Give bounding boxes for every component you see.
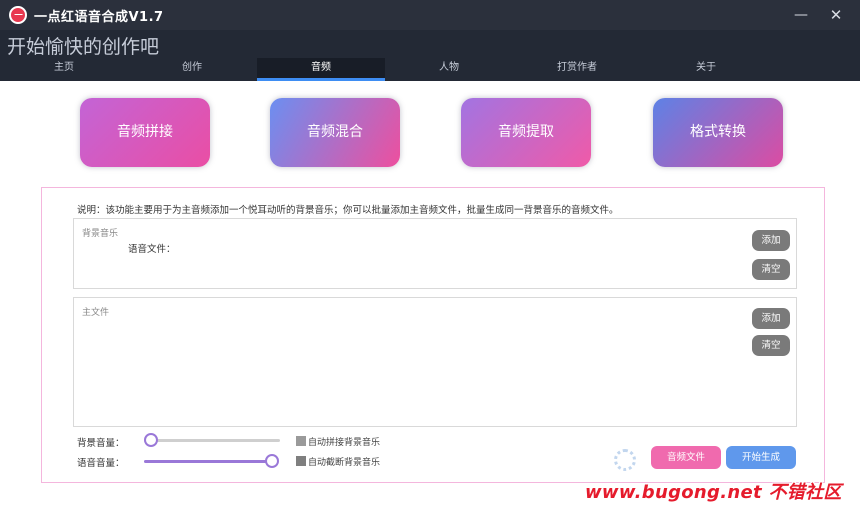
main-add-button[interactable]: 添加 [752, 308, 790, 329]
app-logo-icon [9, 6, 27, 24]
audio-concat-button[interactable]: 音频拼接 [80, 98, 210, 167]
minimize-button[interactable]: — [789, 4, 813, 26]
main-box-label: 主文件 [82, 308, 110, 318]
audio-mix-button[interactable]: 音频混合 [270, 98, 400, 167]
close-button[interactable]: ✕ [824, 4, 848, 26]
bg-volume-track[interactable] [144, 439, 280, 442]
tab-bar: 主页 创作 音频 人物 打赏作者 关于 [0, 58, 860, 81]
auto-concat-checkbox[interactable] [296, 436, 306, 446]
title-bar: 一点红语音合成V1.7 — ✕ [0, 0, 860, 30]
tab-home[interactable]: 主页 [0, 58, 128, 81]
watermark: www.bugong.net 不错社区 [585, 482, 842, 503]
audio-extract-button[interactable]: 音频提取 [461, 98, 591, 167]
format-convert-button[interactable]: 格式转换 [653, 98, 783, 167]
tab-about[interactable]: 关于 [642, 58, 770, 81]
panel-description: 说明：该功能主要用于为主音频添加一个悦耳动听的背景音乐；你可以批量添加主音频文件… [77, 205, 619, 216]
tab-audio[interactable]: 音频 [257, 58, 385, 81]
bg-volume-label: 背景音量： [77, 438, 125, 449]
bg-volume-slider[interactable] [144, 433, 158, 447]
voice-file-label: 语音文件： [128, 244, 176, 255]
start-generate-button[interactable]: 开始生成 [726, 446, 796, 469]
main-clear-button[interactable]: 清空 [752, 335, 790, 356]
tab-characters[interactable]: 人物 [385, 58, 513, 81]
header: 开始愉快的创作吧 主页 创作 音频 人物 打赏作者 关于 [0, 30, 860, 81]
slogan: 开始愉快的创作吧 [7, 36, 160, 58]
bgm-clear-button[interactable]: 清空 [752, 259, 790, 280]
bgm-box-label: 背景音乐 [82, 229, 119, 239]
voice-volume-track[interactable] [144, 460, 274, 463]
audio-file-button[interactable]: 音频文件 [651, 446, 721, 469]
auto-concat-label: 自动拼接背景音乐 [308, 438, 381, 448]
main-file-box[interactable]: 主文件 添加 清空 [73, 297, 797, 427]
bgm-file-box[interactable]: 背景音乐 语音文件： 添加 清空 [73, 218, 797, 289]
bgm-add-button[interactable]: 添加 [752, 230, 790, 251]
auto-cut-label: 自动截断背景音乐 [308, 458, 381, 468]
tab-create[interactable]: 创作 [128, 58, 256, 81]
app-title: 一点红语音合成V1.7 [34, 10, 164, 25]
voice-volume-label: 语音音量： [77, 458, 125, 469]
tab-donate[interactable]: 打赏作者 [513, 58, 641, 81]
auto-cut-checkbox[interactable] [296, 456, 306, 466]
voice-volume-slider[interactable] [265, 454, 279, 468]
loading-spinner-icon [614, 449, 636, 471]
